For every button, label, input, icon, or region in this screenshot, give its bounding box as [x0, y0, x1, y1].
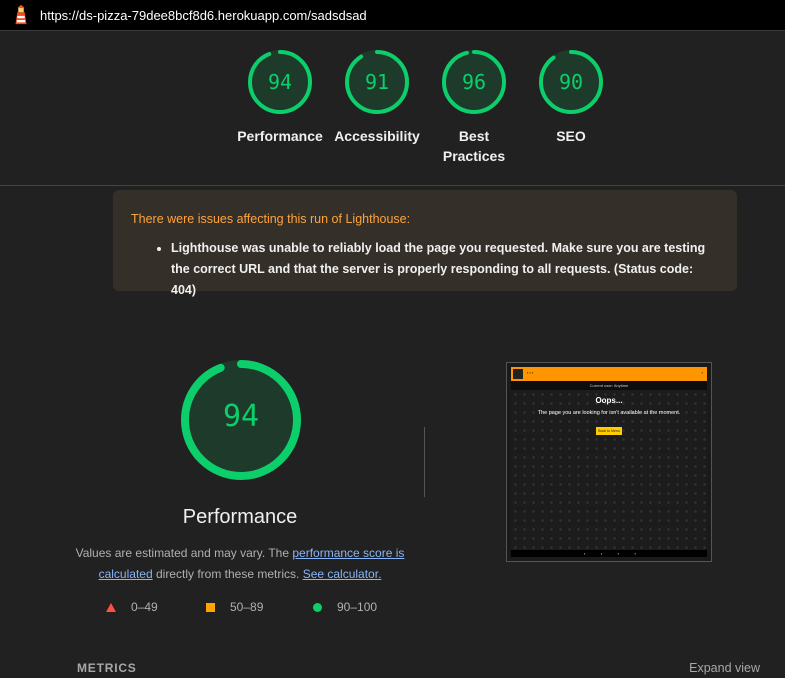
warning-list: Lighthouse was unable to reliably load t… — [131, 238, 719, 301]
metrics-heading: METRICS — [77, 661, 137, 675]
thumb-message: The page you are looking for isn't avail… — [537, 410, 681, 416]
legend-fail: 0–49 — [106, 600, 158, 614]
score-legend: 0–49 50–89 90–100 — [0, 600, 450, 620]
legend-range: 0–49 — [131, 600, 158, 614]
score-description: Values are estimated and may vary. The p… — [70, 543, 410, 585]
expand-view-toggle[interactable]: Expand view — [689, 661, 760, 675]
gauge-label: Accessibility — [334, 128, 420, 144]
thumb-button: Back to Menu — [596, 427, 622, 435]
lighthouse-icon — [15, 4, 27, 25]
gauge-score: 91 — [364, 70, 390, 94]
legend-range: 90–100 — [337, 600, 378, 614]
performance-title: Performance — [182, 506, 298, 528]
gauge-accessibility[interactable]: 91 Accessibility — [327, 48, 427, 146]
gauge-label: SEO — [556, 128, 586, 144]
desc-prefix: Values are estimated and may vary. The — [75, 546, 293, 560]
gauge-performance[interactable]: 94 Performance — [230, 48, 330, 146]
category-gauges: 94 Performance 91 Accessibility 96 Best … — [0, 48, 785, 168]
gauge-score: 96 — [461, 70, 487, 94]
gauge-label: Performance — [237, 128, 323, 144]
gauge-best-practices[interactable]: 96 Best Practices — [424, 48, 524, 166]
address-bar: https://ds-pizza-79dee8bcf8d6.herokuapp.… — [0, 0, 785, 31]
legend-pass: 90–100 — [313, 600, 377, 614]
thumb-logo — [513, 369, 523, 379]
thumb-footer-icons: ▪ ▪ ▪ ▪ — [584, 551, 636, 556]
legend-average: 50–89 — [206, 600, 263, 614]
runtime-warning: There were issues affecting this run of … — [113, 190, 737, 297]
warning-item: Lighthouse was unable to reliably load t… — [171, 238, 719, 301]
thumb-nav-icons: ▪ ▪ ▪ — [527, 370, 534, 375]
cart-icon: ▪ — [701, 370, 703, 375]
section-divider — [0, 185, 785, 186]
final-screenshot[interactable]: ▪ ▪ ▪ ▪ Current user: Anytime Oops... Th… — [506, 362, 712, 562]
thumb-body: Oops... The page you are looking for isn… — [511, 390, 707, 550]
vertical-divider — [424, 427, 425, 497]
triangle-icon — [106, 602, 116, 612]
gauge-seo[interactable]: 90 SEO — [521, 48, 621, 146]
page-url[interactable]: https://ds-pizza-79dee8bcf8d6.herokuapp.… — [40, 8, 367, 23]
thumb-title: Oops... — [595, 396, 623, 405]
desc-middle: directly from these metrics. — [152, 567, 303, 581]
square-icon — [206, 602, 215, 612]
thumb-navbar: ▪ ▪ ▪ ▪ — [511, 367, 707, 381]
thumb-subbar: Current user: Anytime — [511, 381, 707, 390]
gauge-label: Best Practices — [442, 128, 506, 164]
screenshot-content: ▪ ▪ ▪ ▪ Current user: Anytime Oops... Th… — [511, 367, 707, 557]
circle-icon — [313, 602, 322, 612]
gauge-score: 94 — [267, 70, 293, 94]
performance-score-large: 94 — [222, 399, 260, 434]
gauge-score: 90 — [558, 70, 584, 94]
warning-title: There were issues affecting this run of … — [131, 212, 411, 226]
see-calculator-link[interactable]: See calculator. — [303, 567, 382, 581]
legend-range: 50–89 — [230, 600, 264, 614]
